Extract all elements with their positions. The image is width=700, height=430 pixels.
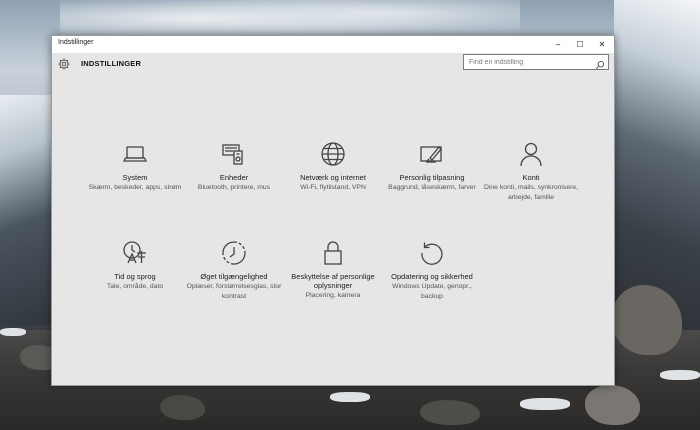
page-title: INDSTILLINGER: [81, 59, 142, 68]
wallpaper-mountain-left: [0, 95, 52, 325]
wallpaper-rock: [585, 385, 640, 425]
category-description: Skærm, beskeder, apps, strøm: [88, 184, 182, 191]
category-description: Windows Update, genopr., backup: [392, 283, 472, 300]
time-language-icon: [121, 239, 149, 267]
category-label: Tid og sprog: [114, 272, 156, 281]
wallpaper-snow: [0, 328, 26, 336]
category-label: System: [122, 173, 148, 182]
category-network[interactable]: Netværk og internet Wi-Fi, flytilstand, …: [278, 140, 388, 193]
category-description: Placering, kamera: [305, 292, 361, 299]
wallpaper-rock: [160, 395, 205, 420]
category-update-security[interactable]: Opdatering og sikkerhed Windows Update, …: [377, 239, 487, 301]
category-label: Netværk og internet: [300, 173, 366, 182]
devices-icon: [220, 140, 248, 168]
category-personalization[interactable]: Personlig tilpasning Baggrund, låseskærm…: [377, 140, 487, 193]
category-description: Bluetooth, printere, mus: [197, 184, 271, 191]
category-description: Baggrund, låseskærm, farver: [388, 184, 476, 191]
category-time-language[interactable]: Tid og sprog Tale, område, dato: [80, 239, 190, 292]
search-box[interactable]: [463, 54, 609, 70]
category-description: Tale, område, dato: [106, 283, 164, 290]
close-button[interactable]: ✕: [591, 36, 613, 53]
wallpaper-snow: [520, 398, 570, 410]
category-ease-of-access[interactable]: Øget tilgængelighed Oplæser, forstørrels…: [179, 239, 289, 301]
gear-icon: [57, 57, 71, 71]
category-description: Wi-Fi, flytilstand, VPN: [300, 184, 366, 191]
category-description: Dine konti, mails, synkronisere, arbejde…: [483, 184, 579, 201]
category-devices[interactable]: Enheder Bluetooth, printere, mus: [179, 140, 289, 193]
title-bar[interactable]: Indstillinger – ☐ ✕: [52, 36, 614, 53]
category-label: Konti: [522, 173, 540, 182]
window-title: Indstillinger: [58, 39, 94, 46]
category-description: Oplæser, forstørrelsesglas, stor kontras…: [186, 283, 282, 300]
wallpaper-rock: [420, 400, 480, 425]
category-system[interactable]: System Skærm, beskeder, apps, strøm: [80, 140, 190, 193]
settings-window: Indstillinger – ☐ ✕ INDSTILLINGER Find e…: [51, 35, 615, 386]
wallpaper-snow: [660, 370, 700, 380]
maximize-button[interactable]: ☐: [569, 36, 591, 53]
category-accounts[interactable]: Konti Dine konti, mails, synkronisere, a…: [476, 140, 586, 202]
lock-icon: [319, 239, 347, 267]
category-privacy[interactable]: Beskyttelse af personlige oplysninger Pl…: [278, 239, 388, 301]
category-label: Beskyttelse af personlige oplysninger: [291, 272, 375, 290]
wallpaper-mountain-right: [614, 0, 700, 330]
category-label: Øget tilgængelighed: [200, 272, 268, 281]
update-icon: [418, 239, 446, 267]
category-label: Personlig tilpasning: [399, 173, 465, 182]
wallpaper-snow: [330, 392, 370, 402]
ease-of-access-icon: [220, 239, 248, 267]
minimize-button[interactable]: –: [547, 36, 569, 53]
category-label: Enheder: [219, 173, 249, 182]
globe-icon: [319, 140, 347, 168]
search-icon[interactable]: [595, 57, 605, 70]
category-label: Opdatering og sikkerhed: [391, 272, 473, 281]
laptop-icon: [121, 140, 149, 168]
search-input[interactable]: [464, 55, 595, 69]
personalization-icon: [418, 140, 446, 168]
person-icon: [517, 140, 545, 168]
